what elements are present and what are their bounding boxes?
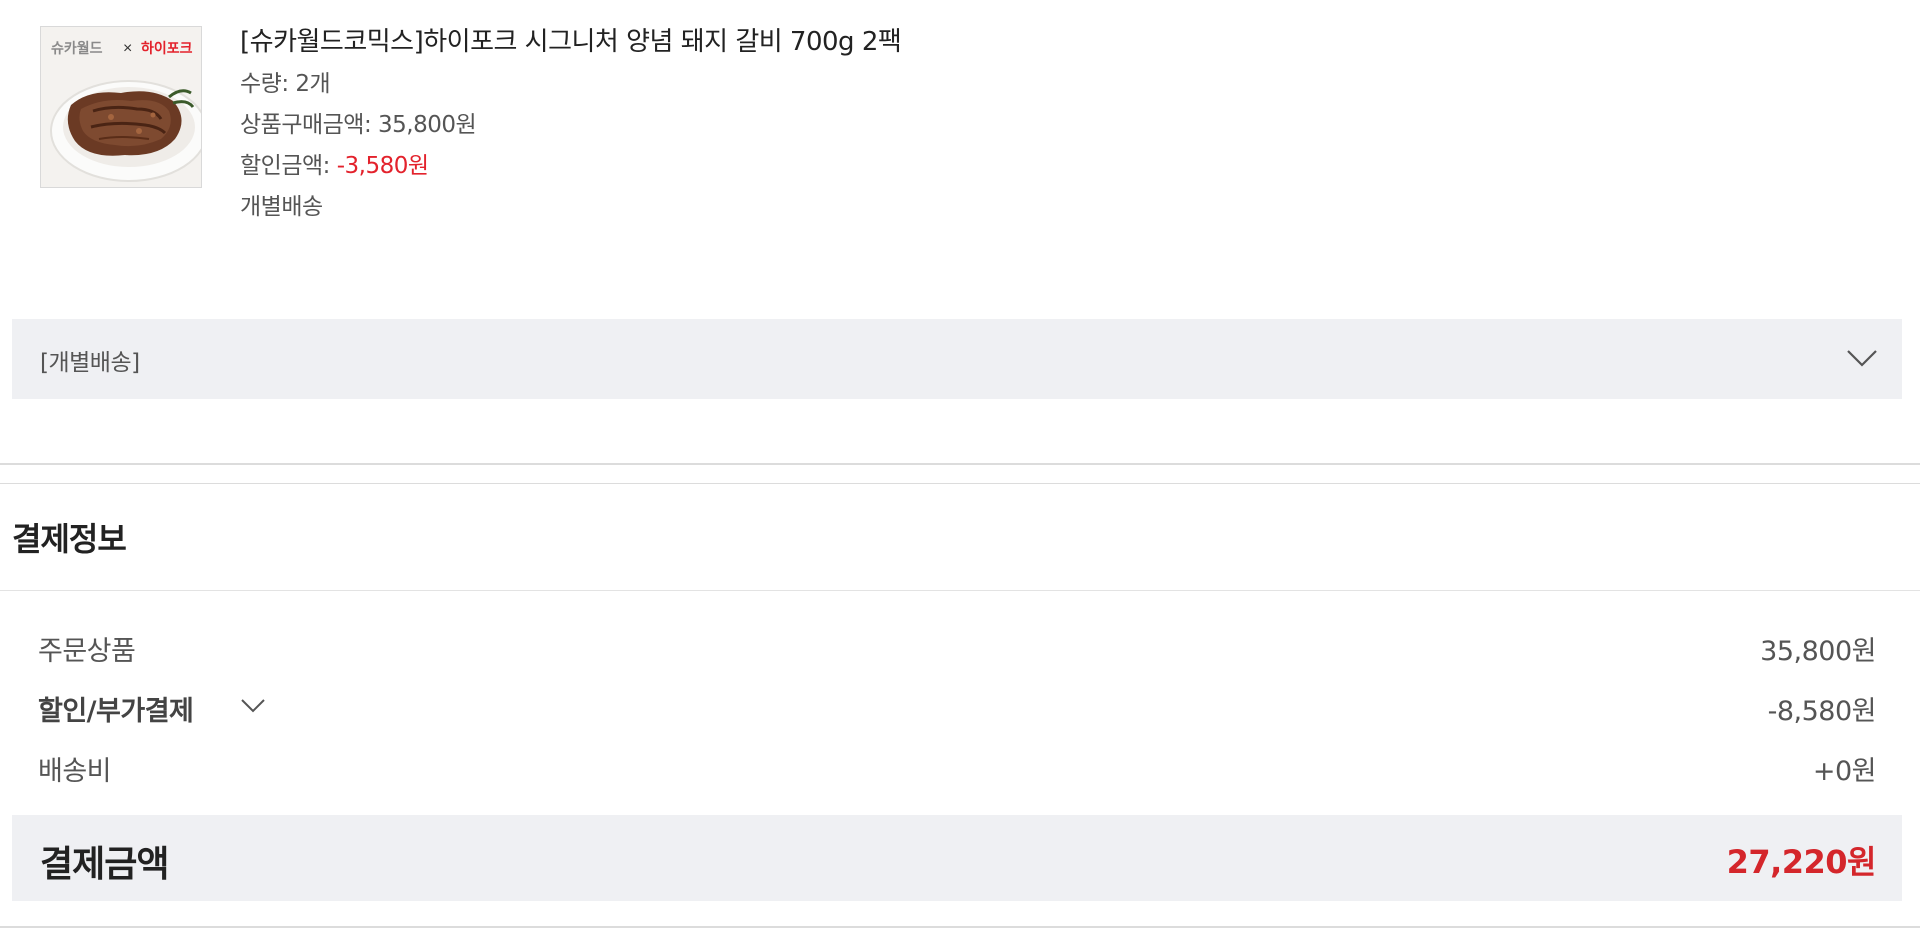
shipping-fee-value: +0원 — [1812, 756, 1877, 787]
payment-info-title: 결제정보 — [12, 520, 127, 558]
payment-total-label: 결제금액 — [40, 844, 169, 885]
discount-label[interactable]: 할인/부가결제 — [38, 689, 194, 728]
product-quantity: 수량: 2개 — [240, 71, 331, 97]
product-price: 상품구매금액: 35,800원 — [240, 110, 901, 140]
delivery-accordion-label: [개별배송] — [40, 350, 140, 376]
product-shipping-type: 개별배송 — [240, 194, 323, 220]
product-title[interactable]: [슈카월드코믹스]하이포크 시그니처 양념 돼지 갈비 700g 2팩 — [240, 26, 902, 58]
order-items-value: 35,800원 — [1760, 636, 1876, 667]
payment-total-value: 27,220원 — [1726, 843, 1877, 881]
chevron-down-icon[interactable] — [240, 695, 266, 715]
product-image-logo-x: × — [123, 40, 132, 57]
section-divider — [0, 463, 1920, 465]
product-image-logo-left: 슈카월드 — [51, 40, 103, 56]
payment-row-order-items: 주문상품 35,800원 — [38, 629, 1876, 669]
order-product-item: 슈카월드 × 하이포크 [슈카월드코믹스]하이포크 시그니처 양념 돼지 갈비 … — [40, 26, 1900, 236]
product-image: 슈카월드 × 하이포크 — [41, 27, 201, 187]
bottom-divider — [0, 926, 1920, 928]
payment-total-bar: 결제금액 27,220원 — [12, 815, 1902, 901]
product-price-value: 35,800원 — [378, 112, 477, 138]
chevron-down-icon[interactable] — [1846, 345, 1878, 371]
product-price-label: 상품구매금액: — [240, 112, 379, 138]
product-image-logo-right: 하이포크 — [141, 40, 193, 56]
payment-title-divider — [0, 590, 1920, 591]
discount-value: -8,580원 — [1767, 696, 1877, 727]
payment-row-discount: 할인/부가결제 -8,580원 — [38, 689, 1877, 729]
product-info: [슈카월드코믹스]하이포크 시그니처 양념 돼지 갈비 700g 2팩 수량: … — [240, 26, 902, 222]
product-discount-label: 할인금액: — [240, 153, 337, 179]
product-discount: 할인금액: -3,580원 — [240, 151, 901, 181]
delivery-accordion[interactable]: [개별배송] — [12, 319, 1902, 399]
section-divider — [0, 483, 1920, 484]
payment-row-shipping-fee: 배송비 +0원 — [38, 749, 1877, 789]
product-thumbnail[interactable]: 슈카월드 × 하이포크 — [40, 26, 202, 188]
product-discount-value: -3,580원 — [336, 153, 429, 179]
shipping-fee-label: 배송비 — [38, 756, 112, 787]
order-items-label: 주문상품 — [38, 636, 136, 667]
